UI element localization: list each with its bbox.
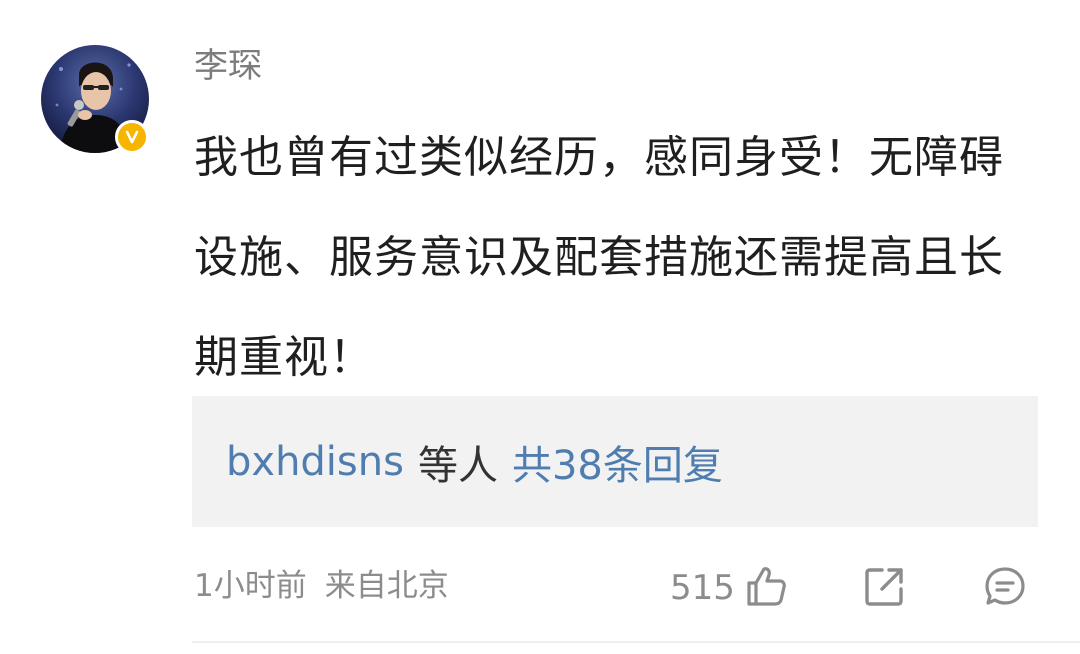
verified-badge <box>115 120 149 154</box>
share-icon[interactable] <box>862 565 906 609</box>
comment-source: 来自北京 <box>324 568 449 604</box>
like-count[interactable]: 515 <box>670 566 735 610</box>
comment-time: 1小时前 <box>194 568 307 604</box>
thumbs-up-icon[interactable] <box>743 563 789 609</box>
comment-meta: 1小时前 来自北京 <box>194 564 449 608</box>
replies-preview[interactable]: bxhdisns 等人 共38条回复 <box>192 396 1038 527</box>
comment-text: 我也曾有过类似经历，感同身受！无障碍设施、服务意识及配套措施还需提高且长期重视！ <box>194 132 1004 383</box>
avatar-container[interactable] <box>41 45 149 154</box>
bottom-divider <box>192 641 1080 643</box>
reply-users-link[interactable]: bxhdisns <box>226 439 404 485</box>
reply-count-link[interactable]: 共38条回复 <box>512 433 723 491</box>
reply-connector: 等人 <box>417 442 498 489</box>
comment-icon[interactable] <box>983 565 1027 609</box>
verified-v-icon <box>125 130 139 144</box>
comment-author[interactable]: 李琛 <box>194 40 262 92</box>
